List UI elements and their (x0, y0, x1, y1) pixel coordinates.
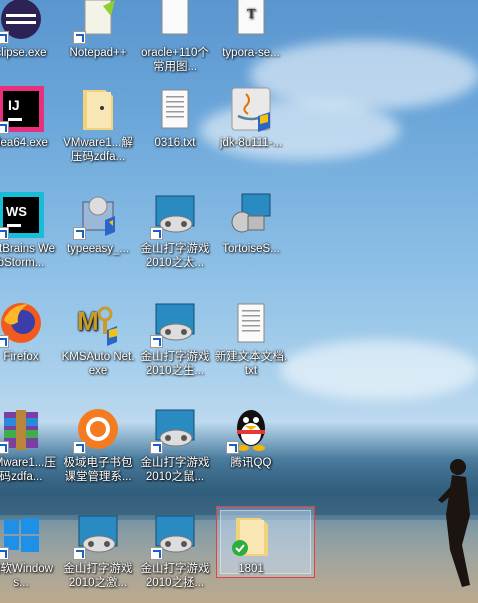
text-file-icon (152, 86, 198, 132)
svg-text:T: T (247, 7, 256, 22)
desktop-icon-notepadpp[interactable]: Notepad++ (59, 0, 137, 60)
intellij-icon: IJ (0, 86, 44, 134)
shortcut-arrow-icon (0, 441, 9, 454)
document-icon (152, 0, 198, 42)
gamepad-icon (150, 406, 198, 454)
shortcut-arrow-icon (73, 31, 86, 44)
gamepad-icon (150, 300, 198, 348)
java-installer-icon (228, 86, 274, 132)
kmsauto-key-icon: M (75, 300, 121, 346)
desktop-icon-typeeasy[interactable]: typeeasy_... (59, 190, 137, 256)
icon-label: clipse.exe (0, 47, 47, 59)
desktop-icon-jdk[interactable]: jdk-8u111-... (212, 84, 290, 150)
desktop-icon-kingsoft-game-4[interactable]: 金山打字游戏2010之拯... (136, 510, 214, 590)
svg-text:IJ: IJ (8, 97, 20, 113)
shortcut-arrow-icon (150, 441, 163, 454)
webstorm-icon: WS (0, 192, 44, 240)
gamepad-icon (150, 192, 198, 240)
shortcut-arrow-icon (150, 335, 163, 348)
sky-cloud (280, 340, 478, 400)
notepadpp-icon (73, 0, 121, 44)
icon-label: 金山打字游戏2010之激... (63, 563, 133, 589)
shortcut-arrow-icon (150, 227, 163, 240)
desktop-icon-new-text-doc[interactable]: 新建文本文档.txt (212, 298, 290, 378)
desktop-icon-jiyu[interactable]: 极域电子书包课堂管理系... (59, 404, 137, 484)
qq-penguin-icon (226, 406, 274, 454)
icon-label: 金山打字游戏2010之拯... (140, 563, 210, 589)
winrar-archive-icon (0, 406, 44, 454)
icon-label: 微软Windows... (0, 563, 53, 589)
windows-icon (0, 512, 44, 560)
icon-label: VMware1...压码zdfa... (0, 457, 56, 483)
icon-label: typora-se... (222, 47, 280, 59)
icon-label: 金山打字游戏2010之生... (140, 351, 210, 377)
desktop-icon-kingsoft-game-5[interactable]: 金山打字游戏2010之激... (59, 510, 137, 590)
desktop-icon-oracle[interactable]: oracle+110个常用图... (136, 0, 214, 74)
svg-text:WS: WS (6, 204, 27, 219)
icon-label: typeeasy_... (66, 243, 129, 255)
desktop-icon-kmsauto[interactable]: M KMSAuto Net.exe (59, 298, 137, 378)
shortcut-arrow-icon (150, 547, 163, 560)
icon-label: Firefox (3, 351, 39, 363)
icon-label: 极域电子书包课堂管理系... (63, 457, 133, 483)
desktop-icon-1801-folder[interactable]: 1801 (212, 510, 290, 576)
icon-label: JetBrains WebStorm... (0, 243, 56, 269)
desktop-icon-kingsoft-game-1[interactable]: 金山打字游戏2010之太... (136, 190, 214, 270)
folder-icon (75, 86, 121, 132)
installer-icon (73, 192, 121, 240)
icon-label: KMSAuto Net.exe (61, 351, 135, 377)
desktop[interactable]: clipse.exe IJ dea64.exe WS JetBrains Web… (0, 0, 478, 603)
eclipse-icon (0, 0, 44, 44)
desktop-icon-vmware-archive[interactable]: VMware1...压码zdfa... (0, 404, 60, 484)
shortcut-arrow-icon (0, 335, 9, 348)
gamepad-icon (73, 512, 121, 560)
icon-label: 金山打字游戏2010之太... (140, 243, 210, 269)
shortcut-arrow-icon (73, 547, 86, 560)
desktop-icon-tortoisesvn[interactable]: TortoiseS... (212, 190, 290, 256)
icon-label: dea64.exe (0, 137, 48, 149)
icon-label: oracle+110个常用图... (141, 47, 209, 73)
icon-label: 0316.txt (154, 137, 196, 149)
shortcut-arrow-icon (0, 31, 9, 44)
desktop-icon-firefox[interactable]: Firefox (0, 298, 60, 364)
desktop-icon-qq[interactable]: 腾讯QQ (212, 404, 290, 470)
desktop-icon-0316-txt[interactable]: 0316.txt (136, 84, 214, 150)
shortcut-arrow-icon (0, 547, 9, 560)
runner-silhouette (438, 459, 470, 587)
svg-text:M: M (77, 306, 99, 336)
desktop-icon-eclipse[interactable]: clipse.exe (0, 0, 60, 60)
desktop-icon-kingsoft-game-2[interactable]: 金山打字游戏2010之生... (136, 298, 214, 378)
tortoisesvn-installer-icon (228, 192, 274, 238)
desktop-icon-windows[interactable]: 微软Windows... (0, 510, 60, 590)
icon-label: 腾讯QQ (230, 457, 272, 469)
desktop-icon-kingsoft-game-3[interactable]: 金山打字游戏2010之鼠... (136, 404, 214, 484)
desktop-icon-webstorm[interactable]: WS JetBrains WebStorm... (0, 190, 60, 270)
icon-label: 新建文本文档.txt (214, 351, 288, 377)
icon-label: TortoiseS... (222, 243, 280, 255)
icon-label: 金山打字游戏2010之鼠... (140, 457, 210, 483)
shortcut-arrow-icon (0, 227, 9, 240)
icon-label: 1801 (238, 563, 264, 575)
shortcut-arrow-icon (0, 121, 9, 134)
icon-label: jdk-8u111-... (219, 137, 283, 149)
desktop-icon-vmware-folder[interactable]: VMware1...解压码zdfa... (59, 84, 137, 164)
desktop-icon-idea[interactable]: IJ dea64.exe (0, 84, 60, 150)
desktop-icon-typora[interactable]: T typora-se... (212, 0, 290, 60)
shortcut-arrow-icon (226, 441, 239, 454)
firefox-icon (0, 300, 44, 348)
shortcut-arrow-icon (73, 441, 86, 454)
typora-icon: T (228, 0, 274, 42)
shortcut-arrow-icon (73, 227, 86, 240)
icon-label: Notepad++ (69, 47, 127, 59)
gamepad-icon (150, 512, 198, 560)
icon-label: VMware1...解压码zdfa... (63, 137, 133, 163)
synced-folder-icon (228, 512, 274, 558)
text-file-icon (228, 300, 274, 346)
jiyu-classroom-icon (73, 406, 121, 454)
